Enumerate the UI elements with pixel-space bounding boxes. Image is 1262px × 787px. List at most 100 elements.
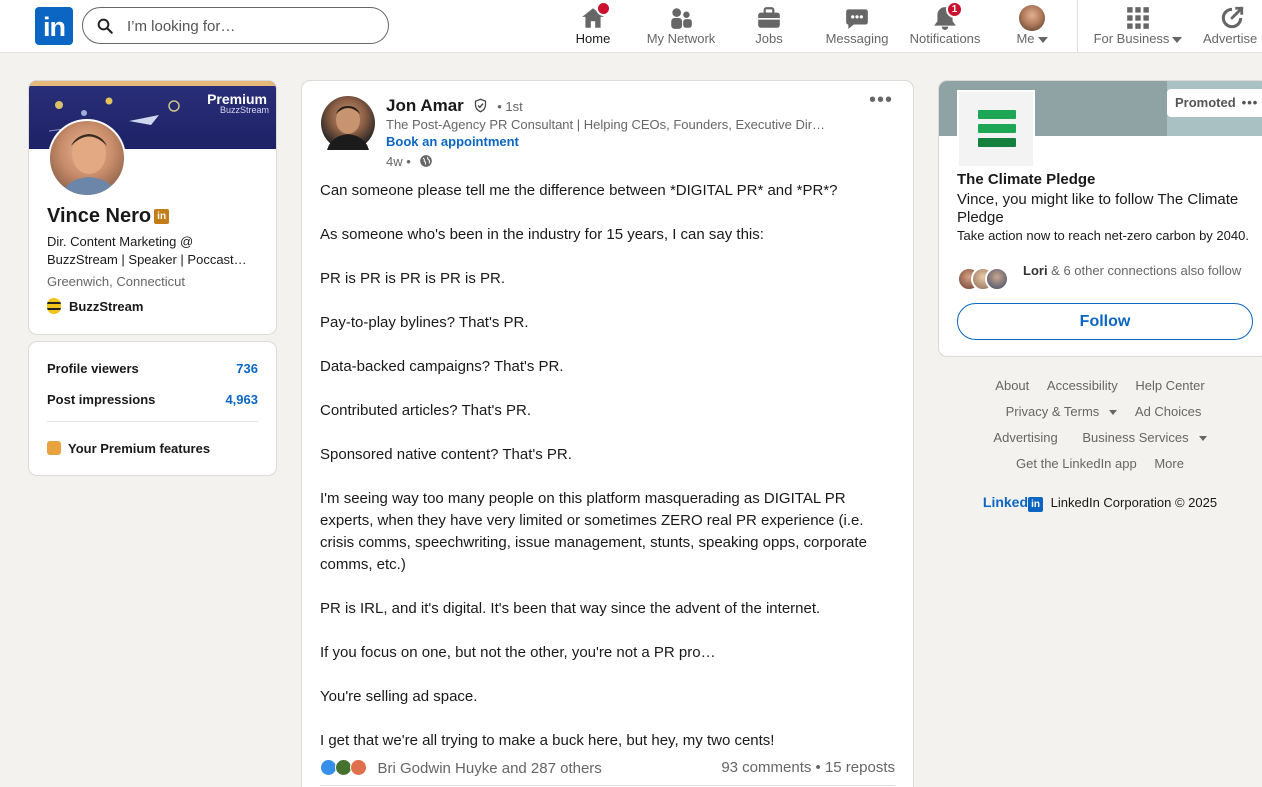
nav-for-business[interactable]: For Business [1086, 0, 1190, 53]
copyright-text: LinkedIn Corporation © 2025 [1050, 495, 1218, 510]
post-paragraph: As someone who's been in the industry fo… [320, 226, 764, 243]
advertise-icon [1221, 6, 1244, 29]
footer-row: Privacy & Terms Ad Choices [938, 402, 1262, 428]
ad-menu-icon[interactable]: ••• [1242, 95, 1259, 110]
footer-row: Get the LinkedIn app More [938, 454, 1262, 480]
search-box[interactable] [82, 7, 389, 44]
profile-name[interactable]: Vince Nero [47, 205, 151, 227]
post-impressions-row[interactable]: Post impressions 4,963 [47, 392, 258, 407]
climate-pledge-logo[interactable] [957, 90, 1035, 168]
post-time-label: 4w • [386, 154, 411, 169]
nav-notifications[interactable]: 1 Notifications [902, 0, 988, 53]
post-paragraph: Contributed articles? That's PR. [320, 402, 532, 419]
connection-name: Lori [1023, 263, 1048, 278]
love-reaction-icon [350, 759, 368, 776]
post-paragraph: I get that we're all trying to make a bu… [320, 732, 775, 749]
nav-label: Jobs [755, 31, 783, 46]
ad-title[interactable]: The Climate Pledge [957, 171, 1095, 188]
profile-location: Greenwich, Connecticut [47, 274, 186, 289]
post-time: 4w • [386, 154, 433, 169]
nav-messaging[interactable]: Messaging [815, 0, 899, 53]
search-input[interactable] [127, 14, 377, 38]
avatar [985, 267, 1009, 291]
post-paragraph: I'm seeing way too many people on this p… [320, 490, 867, 573]
nav-label: Messaging [825, 31, 889, 46]
profile-company[interactable]: BuzzStream [47, 298, 143, 314]
footer-about[interactable]: About [995, 378, 1029, 393]
nav-label: My Network [646, 31, 716, 46]
linkedin-logo[interactable]: in [35, 7, 73, 45]
nav-my-network[interactable]: My Network [638, 0, 724, 53]
feed-post: Jon Amar • 1st The Post-Agency PR Consul… [301, 80, 914, 787]
post-impressions-label: Post impressions [47, 392, 156, 407]
linkedin-in-icon: in [1028, 497, 1044, 512]
premium-features-label: Your Premium features [68, 441, 211, 456]
grid-icon [1127, 7, 1149, 29]
profile-name-wrap[interactable]: Vince Nero in [47, 205, 170, 228]
profile-viewers-label: Profile viewers [47, 361, 139, 376]
logo-bar [978, 138, 1016, 147]
comment-repost-counts[interactable]: 93 comments • 15 reposts [721, 759, 895, 776]
search-icon [97, 18, 113, 34]
top-nav: in Home My Network Jobs Messaging 1 Noti… [0, 0, 1262, 53]
footer-more[interactable]: More [1154, 456, 1184, 471]
premium-in-icon: in [154, 209, 170, 224]
premium-strip [29, 81, 276, 86]
premium-icon [47, 441, 61, 455]
connection-text: & 6 other connections also follow [1047, 263, 1242, 278]
promoted-label-wrap[interactable]: Promoted ••• [1167, 89, 1262, 117]
profile-headline: Dir. Content Marketing @ BuzzStream | Sp… [47, 234, 247, 267]
post-paragraph: PR is IRL, and it's digital. It's been t… [320, 600, 821, 617]
post-paragraph: You're selling ad space. [320, 688, 478, 705]
footer-help[interactable]: Help Center [1135, 378, 1204, 393]
post-paragraph: If you focus on one, but not the other, … [320, 644, 716, 661]
reactions-summary[interactable]: Bri Godwin Huyke and 287 others [320, 759, 602, 777]
post-paragraph: Sponsored native content? That's PR. [320, 446, 572, 463]
chevron-down-icon [1037, 36, 1048, 43]
post-menu-icon[interactable]: ••• [869, 89, 893, 112]
stats-card: Profile viewers 736 Post impressions 4,9… [28, 341, 277, 476]
nav-jobs[interactable]: Jobs [739, 0, 799, 53]
nav-me[interactable]: Me [1002, 0, 1062, 53]
globe-icon [420, 155, 433, 167]
author-name[interactable]: Jon Amar [386, 96, 464, 115]
post-paragraph: Pay-to-play bylines? That's PR. [320, 314, 529, 331]
author-avatar[interactable] [321, 96, 375, 150]
premium-features-link[interactable]: Your Premium features [47, 441, 210, 456]
verified-icon [474, 98, 486, 113]
author-headline: The Post-Agency PR Consultant | Helping … [386, 117, 826, 132]
chevron-down-icon [1172, 36, 1183, 43]
messaging-icon [846, 9, 868, 29]
nav-label: Home [575, 31, 611, 46]
footer-row: About Accessibility Help Center [938, 376, 1262, 402]
footer-advertising[interactable]: Advertising [993, 430, 1057, 445]
notification-count-badge: 1 [946, 1, 963, 18]
post-paragraph: Can someone please tell me the differenc… [320, 182, 838, 199]
footer-app[interactable]: Get the LinkedIn app [1016, 456, 1137, 471]
footer-privacy[interactable]: Privacy & Terms [999, 404, 1118, 419]
logo-bar [978, 110, 1016, 119]
nav-home[interactable]: Home [563, 0, 623, 53]
ad-subtext: Take action now to reach net-zero carbon… [957, 228, 1249, 243]
footer-accessibility[interactable]: Accessibility [1047, 378, 1118, 393]
nav-label: Me [1016, 31, 1035, 46]
footer-links: About Accessibility Help Center Privacy … [938, 376, 1262, 480]
me-avatar [1019, 5, 1045, 31]
author-line: Jon Amar • 1st [386, 96, 523, 116]
nav-me-label-wrap: Me [1002, 31, 1062, 46]
chevron-down-icon [1198, 436, 1207, 442]
footer-adchoices[interactable]: Ad Choices [1135, 404, 1201, 419]
nav-advertise[interactable]: Advertise [1200, 0, 1262, 53]
profile-viewers-row[interactable]: Profile viewers 736 [47, 361, 258, 376]
book-appointment-link[interactable]: Book an appointment [386, 134, 519, 149]
stats-divider [47, 421, 258, 422]
profile-avatar[interactable] [48, 119, 126, 197]
footer-business[interactable]: Business Services [1075, 430, 1207, 445]
home-dot-badge [596, 1, 611, 16]
follow-button[interactable]: Follow [957, 303, 1253, 340]
footer-privacy-label: Privacy & Terms [1005, 404, 1100, 419]
nav-divider [1077, 0, 1078, 53]
copyright: Linked in LinkedIn Corporation © 2025 [938, 494, 1262, 512]
footer-row: Advertising Business Services [938, 428, 1262, 454]
nav-label: For Business [1093, 31, 1170, 46]
